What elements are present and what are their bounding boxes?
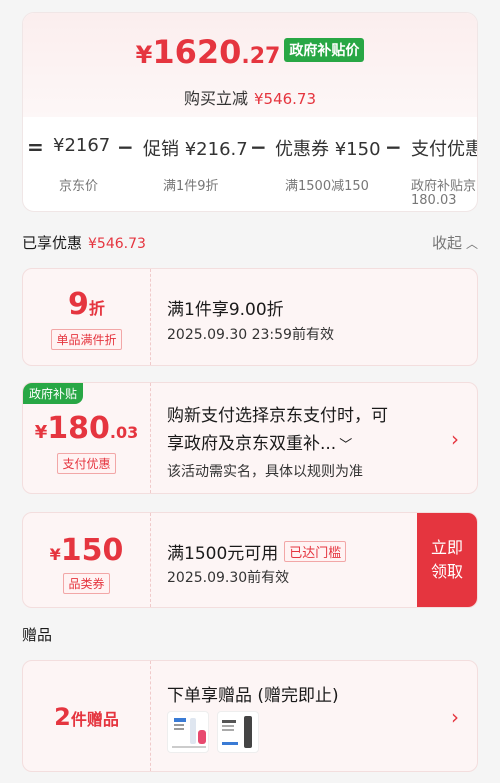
gift-card[interactable]: 2件赠品 下单享赠品 (赠完即止) › — [22, 660, 478, 772]
final-price: ¥1620.27 政府补贴价 — [23, 33, 477, 71]
pay-discount-value: 支付优惠 — [411, 139, 478, 160]
discount-value-panel: 9折 单品满件折 — [23, 269, 151, 365]
jd-price-value: ¥2167 — [53, 135, 111, 156]
gift-count: 2 — [54, 703, 71, 731]
minus-sign: − — [117, 135, 134, 159]
gift-count-panel: 2件赠品 — [23, 661, 151, 771]
pay-discount-label: 政府补贴京 — [411, 179, 477, 194]
subsidy-amount: 180 — [47, 411, 110, 446]
discount-title: 满1件享9.00折 — [167, 300, 284, 320]
discount-total: 已享优惠 ¥546.73 — [22, 234, 146, 252]
discount-section-header: 已享优惠 ¥546.73 收起 ︿ — [22, 230, 478, 254]
subsidy-value-panel: ¥180.03 支付优惠 — [23, 383, 151, 493]
gift-details: 下单享赠品 (赠完即止) › — [167, 661, 477, 771]
jd-price-label: 京东价 — [59, 179, 99, 194]
coupon-condition: 满1500元可用 已达门槛 — [167, 539, 347, 564]
gov-subsidy-card[interactable]: 政府补贴 ¥180.03 支付优惠 购新支付选择京东支付时，可 享政府及京东双重… — [22, 382, 478, 494]
equals-sign: = — [27, 135, 44, 159]
minus-sign: − — [250, 135, 267, 159]
gift-product-image[interactable] — [167, 711, 209, 753]
price-header: ¥1620.27 政府补贴价 购买立减 ¥546.73 — [23, 13, 477, 117]
collapse-button[interactable]: 收起 ︿ — [432, 232, 478, 253]
gift-product-image[interactable] — [217, 711, 259, 753]
discount-validity: 2025.09.30 23:59前有效 — [167, 327, 334, 343]
promo-label: 满1件9折 — [163, 179, 219, 194]
chevron-up-icon: ︿ — [465, 237, 478, 251]
subsidy-title-expand[interactable]: 享政府及京东双重补... ﹀ — [167, 429, 352, 454]
discount-type-tag: 单品满件折 — [51, 329, 122, 350]
chevron-right-icon[interactable]: › — [451, 705, 459, 729]
threshold-met-tag: 已达门槛 — [284, 541, 347, 562]
subsidy-details: 购新支付选择京东支付时，可 享政府及京东双重补... ﹀ 该活动需实名，具体以规则… — [167, 406, 459, 480]
coupon-value: 优惠券 ¥150 — [275, 139, 381, 160]
discount-rate: 9 — [68, 287, 89, 322]
promo-value: 促销 ¥216.7 — [143, 139, 248, 160]
chevron-down-icon: ﹀ — [339, 438, 353, 453]
subsidy-type-tag: 支付优惠 — [57, 453, 116, 474]
coupon-value-panel: ¥150 品类券 — [23, 513, 151, 607]
coupon-validity: 2025.09.30前有效 — [167, 570, 290, 586]
category-coupon-card: ¥150 品类券 满1500元可用 已达门槛 2025.09.30前有效 立即 领… — [22, 512, 478, 608]
gov-subsidy-badge: 政府补贴价 — [284, 38, 365, 62]
gifts-section-title: 赠品 — [22, 626, 53, 644]
coupon-type-tag: 品类券 — [63, 573, 110, 594]
coupon-amount: 150 — [60, 533, 124, 568]
pay-discount-sub: 180.03 — [411, 193, 457, 208]
claim-coupon-button[interactable]: 立即 领取 — [417, 513, 477, 607]
price-breakdown[interactable]: = ¥2167 京东价 − 促销 ¥216.7 满1件9折 − 优惠券 ¥150… — [23, 117, 478, 211]
minus-sign: − — [385, 135, 402, 159]
discount-card-quantity[interactable]: 9折 单品满件折 满1件享9.00折 2025.09.30 23:59前有效 — [22, 268, 478, 366]
coupon-label: 满1500减150 — [285, 179, 369, 194]
gift-title: 下单享赠品 (赠完即止) — [167, 686, 339, 706]
discount-details: 满1件享9.00折 2025.09.30 23:59前有效 — [167, 269, 477, 365]
chevron-right-icon[interactable]: › — [451, 427, 459, 451]
subsidy-note: 该活动需实名，具体以规则为准 — [167, 464, 363, 480]
instant-reduction: 购买立减 ¥546.73 — [183, 89, 317, 108]
price-summary-card: ¥1620.27 政府补贴价 购买立减 ¥546.73 = ¥2167 京东价 − … — [22, 12, 478, 212]
